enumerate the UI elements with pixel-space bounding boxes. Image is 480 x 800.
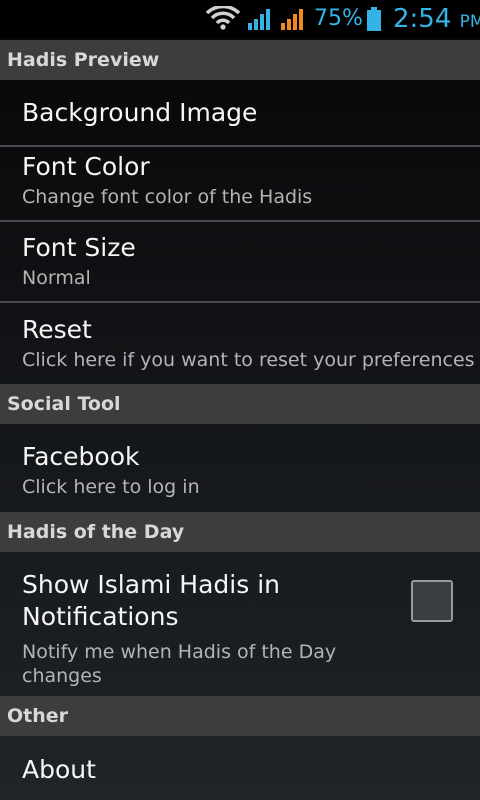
category-hadis-preview: Hadis Preview <box>0 40 480 80</box>
signal-icon <box>281 9 303 30</box>
pref-font-color[interactable]: Font Color Change font color of the Hadi… <box>0 147 480 220</box>
pref-summary: Notify me when Hadis of the Day changes <box>22 641 337 687</box>
pref-facebook[interactable]: Facebook Click here to log in <box>0 424 480 510</box>
pref-background-image[interactable]: Background Image <box>0 80 480 145</box>
pref-reset[interactable]: Reset Click here if you want to reset yo… <box>0 303 480 382</box>
pref-font-size[interactable]: Font Size Normal <box>0 222 480 301</box>
battery-icon <box>367 7 381 31</box>
notifications-checkbox[interactable] <box>411 580 453 622</box>
pref-summary: Normal <box>22 267 91 289</box>
clock-ampm: PM <box>459 12 480 32</box>
status-bar: 75% 2:54 PM <box>0 0 480 38</box>
pref-title: Font Size <box>22 233 136 262</box>
pref-title: Font Color <box>22 152 150 181</box>
pref-summary: Click here if you want to reset your pre… <box>22 349 475 371</box>
pref-title: Facebook <box>22 442 140 471</box>
clock-time: 2:54 <box>393 4 452 34</box>
screen: 75% 2:54 PM Hadis Preview Background Ima… <box>0 0 480 800</box>
category-social-tool: Social Tool <box>0 384 480 424</box>
signal-icon <box>248 9 270 30</box>
pref-title: Reset <box>22 315 92 344</box>
settings-list: Hadis Preview Background Image Font Colo… <box>0 38 480 800</box>
battery-percent: 75% <box>314 6 363 31</box>
pref-title: About <box>22 755 96 784</box>
category-hadis-of-the-day: Hadis of the Day <box>0 512 480 552</box>
clock: 2:54 PM <box>393 3 480 38</box>
pref-about[interactable]: About <box>0 736 480 800</box>
wifi-icon <box>206 6 240 30</box>
pref-title: Show Islami Hadis in Notifications <box>22 570 281 631</box>
pref-summary: Change font color of the Hadis <box>22 186 313 208</box>
category-other: Other <box>0 696 480 736</box>
pref-show-notifications[interactable]: Show Islami Hadis in Notifications Notif… <box>0 552 480 694</box>
pref-title: Background Image <box>22 98 258 127</box>
pref-summary: Click here to log in <box>22 476 200 498</box>
